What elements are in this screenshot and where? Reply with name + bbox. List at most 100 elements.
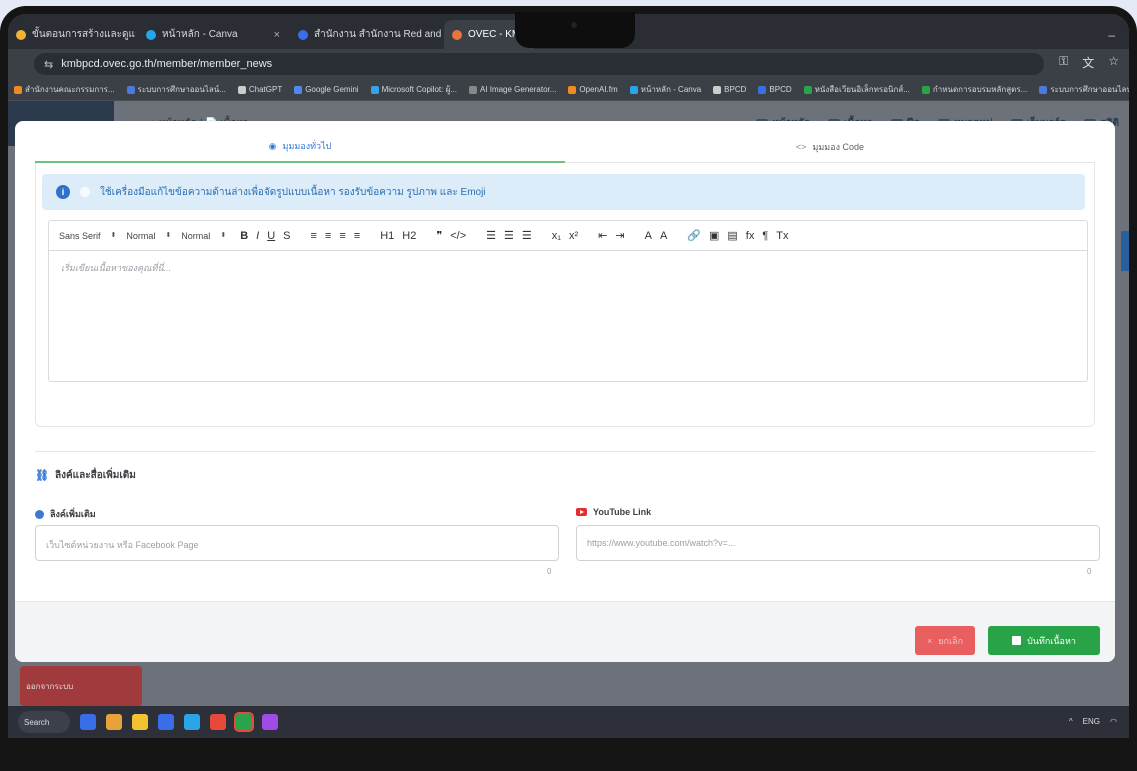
tab-favicon-icon bbox=[298, 29, 308, 40]
toolbar-button[interactable]: ❞ bbox=[436, 229, 442, 242]
browser-tab[interactable]: ขั้นตอนการสร้างและดูแล... × bbox=[8, 20, 136, 49]
chrome-icon[interactable] bbox=[210, 714, 226, 730]
tab-label: หน้าหลัก - Canva bbox=[162, 29, 238, 40]
eye-icon: ◉ bbox=[268, 140, 277, 151]
toolbar-button[interactable]: I bbox=[256, 230, 259, 242]
save-icon bbox=[1012, 636, 1022, 645]
emoji-icon bbox=[80, 187, 90, 197]
chevron-down-icon: ⬍ bbox=[220, 231, 227, 239]
toolbar-button[interactable]: ⇤ bbox=[598, 229, 607, 242]
bookmark-favicon-icon bbox=[629, 85, 638, 94]
bookmark-item[interactable]: Microsoft Copilot: ผู้... bbox=[370, 83, 457, 96]
extra-link-input[interactable]: เว็บไซต์หน่วยงาน หรือ Facebook Page bbox=[35, 525, 559, 561]
toolbar-button[interactable]: ≡ bbox=[354, 230, 360, 242]
bookmark-item[interactable]: BPCD bbox=[713, 85, 746, 94]
bookmark-favicon-icon bbox=[758, 85, 767, 94]
info-text: ใช้เครื่องมือแก้ไขข้อความด้านล่างเพื่อจั… bbox=[100, 186, 486, 198]
bookmark-item[interactable]: AI Image Generator... bbox=[468, 85, 556, 94]
toolbar-button[interactable]: H2 bbox=[402, 230, 416, 242]
info-alert: i ใช้เครื่องมือแก้ไขข้อความด้านล่างเพื่อ… bbox=[42, 174, 1085, 210]
close-icon[interactable]: × bbox=[274, 29, 280, 41]
toolbar-button[interactable]: ≡ bbox=[325, 230, 331, 242]
section-divider bbox=[35, 451, 1095, 452]
toolbar-button[interactable]: A bbox=[660, 230, 667, 242]
chevron-up-icon[interactable]: ^ bbox=[1069, 717, 1073, 726]
bookmark-favicon-icon bbox=[370, 85, 379, 94]
toolbar-button[interactable]: Tx bbox=[776, 230, 788, 242]
app-icon[interactable] bbox=[262, 714, 278, 730]
toolbar-button[interactable]: S bbox=[283, 230, 290, 242]
translate-icon[interactable]: 文 bbox=[1082, 54, 1094, 71]
folder-icon[interactable] bbox=[132, 714, 148, 730]
close-icon: × bbox=[926, 635, 933, 646]
bookmark-item[interactable]: หน้าหลัก - Canva bbox=[629, 83, 701, 96]
language-indicator[interactable]: ENG bbox=[1083, 717, 1100, 726]
toolbar-button[interactable]: </> bbox=[450, 230, 466, 242]
char-counter: 0 bbox=[1087, 567, 1092, 576]
toolbar-button[interactable]: ☰ bbox=[486, 229, 496, 242]
bookmark-item[interactable]: OpenAI.fm bbox=[568, 85, 618, 94]
url-field[interactable]: ⇆ kmbpcd.ovec.go.th/member/member_news bbox=[34, 53, 1044, 75]
bookmark-item[interactable]: ระบบการศึกษาออนไลน์... bbox=[126, 83, 226, 96]
view-tabs: ◉ มุมมองทั่วไป <> มุมมอง Code bbox=[35, 131, 1095, 163]
toolbar-button[interactable]: ▤ bbox=[727, 229, 737, 242]
page-edge-strip bbox=[1121, 231, 1129, 271]
cancel-button[interactable]: × ยกเลิก bbox=[915, 626, 975, 655]
save-button[interactable]: บันทึกเนื้อหา bbox=[988, 626, 1100, 655]
bookmark-favicon-icon bbox=[237, 85, 246, 94]
browser-tab[interactable]: หน้าหลัก - Canva × bbox=[138, 20, 288, 49]
toolbar-button[interactable]: U bbox=[267, 230, 275, 242]
tab-label: สำนักงาน สำนักงาน Red and Pin... bbox=[314, 29, 442, 40]
size-select[interactable]: Normal bbox=[126, 231, 155, 241]
camera-notch bbox=[515, 12, 635, 48]
bookmark-star-icon[interactable]: ☆ bbox=[1108, 54, 1119, 71]
content-editor-modal: ◉ มุมมองทั่วไป <> มุมมอง Code i ใช้เครื่… bbox=[15, 121, 1115, 662]
toolbar-button[interactable]: ⇥ bbox=[615, 229, 624, 242]
app-icon[interactable] bbox=[106, 714, 122, 730]
tab-code-view[interactable]: <> มุมมอง Code bbox=[565, 131, 1095, 163]
bookmark-favicon-icon bbox=[126, 85, 135, 94]
toolbar-button[interactable]: ≡ bbox=[339, 230, 345, 242]
bookmark-item[interactable]: กำหนดการอบรมหลักสูตร... bbox=[921, 83, 1027, 96]
minimize-icon[interactable]: – bbox=[1108, 28, 1115, 42]
password-key-icon[interactable]: ⚿ bbox=[1059, 54, 1068, 71]
tab-general-view[interactable]: ◉ มุมมองทั่วไป bbox=[35, 131, 565, 163]
wifi-icon[interactable]: ◠ bbox=[1110, 717, 1117, 726]
toolbar-button[interactable]: fx bbox=[746, 230, 755, 242]
heading-select[interactable]: Normal bbox=[181, 231, 210, 241]
toolbar-button[interactable]: ☰ bbox=[522, 229, 532, 242]
store-icon[interactable] bbox=[158, 714, 174, 730]
logout-button[interactable]: ออกจากระบบ bbox=[20, 666, 142, 706]
editor-content[interactable]: เริ่มเขียนเนื้อหาของคุณที่นี่... bbox=[49, 251, 1087, 285]
toolbar-button[interactable]: B bbox=[240, 230, 248, 242]
tab-favicon-icon bbox=[452, 29, 462, 40]
bookmark-item[interactable]: Google Gemini bbox=[294, 85, 359, 94]
toolbar-button[interactable]: A bbox=[645, 230, 652, 242]
youtube-link-input[interactable]: https://www.youtube.com/watch?v=... bbox=[576, 525, 1100, 561]
toolbar-button[interactable]: ¶ bbox=[762, 230, 768, 242]
edge-icon[interactable] bbox=[184, 714, 200, 730]
toolbar-button[interactable]: H1 bbox=[380, 230, 394, 242]
site-settings-icon[interactable]: ⇆ bbox=[44, 58, 53, 71]
toolbar-button[interactable]: ≡ bbox=[311, 230, 317, 242]
youtube-icon bbox=[576, 508, 587, 516]
bookmark-item[interactable]: BPCD bbox=[758, 85, 792, 94]
line-icon[interactable] bbox=[234, 712, 254, 732]
bookmark-item[interactable]: สำนักงานคณะกรรมการ... bbox=[14, 83, 115, 96]
toolbar-button[interactable]: x₁ bbox=[552, 230, 561, 242]
bookmark-item[interactable]: หนังสือเวียนอิเล็กทรอนิกส์... bbox=[803, 83, 910, 96]
bookmark-item[interactable]: ระบบการศึกษาออนไลน์... bbox=[1039, 83, 1129, 96]
toolbar-button[interactable]: ▣ bbox=[709, 229, 719, 242]
bookmark-favicon-icon bbox=[294, 85, 303, 94]
chevron-down-icon: ⬍ bbox=[165, 231, 172, 239]
taskbar-search[interactable]: Search bbox=[18, 711, 70, 733]
toolbar-button[interactable]: ☰ bbox=[504, 229, 514, 242]
link-icon: ⛓ bbox=[35, 470, 49, 482]
toolbar-button[interactable]: 🔗 bbox=[687, 229, 701, 242]
bookmark-item[interactable]: ChatGPT bbox=[237, 85, 282, 94]
font-select[interactable]: Sans Serif bbox=[59, 231, 101, 241]
bookmark-favicon-icon bbox=[14, 85, 22, 94]
app-icon[interactable] bbox=[80, 714, 96, 730]
toolbar-button[interactable]: x² bbox=[569, 230, 578, 242]
browser-tab[interactable]: สำนักงาน สำนักงาน Red and Pin... × bbox=[290, 20, 442, 49]
